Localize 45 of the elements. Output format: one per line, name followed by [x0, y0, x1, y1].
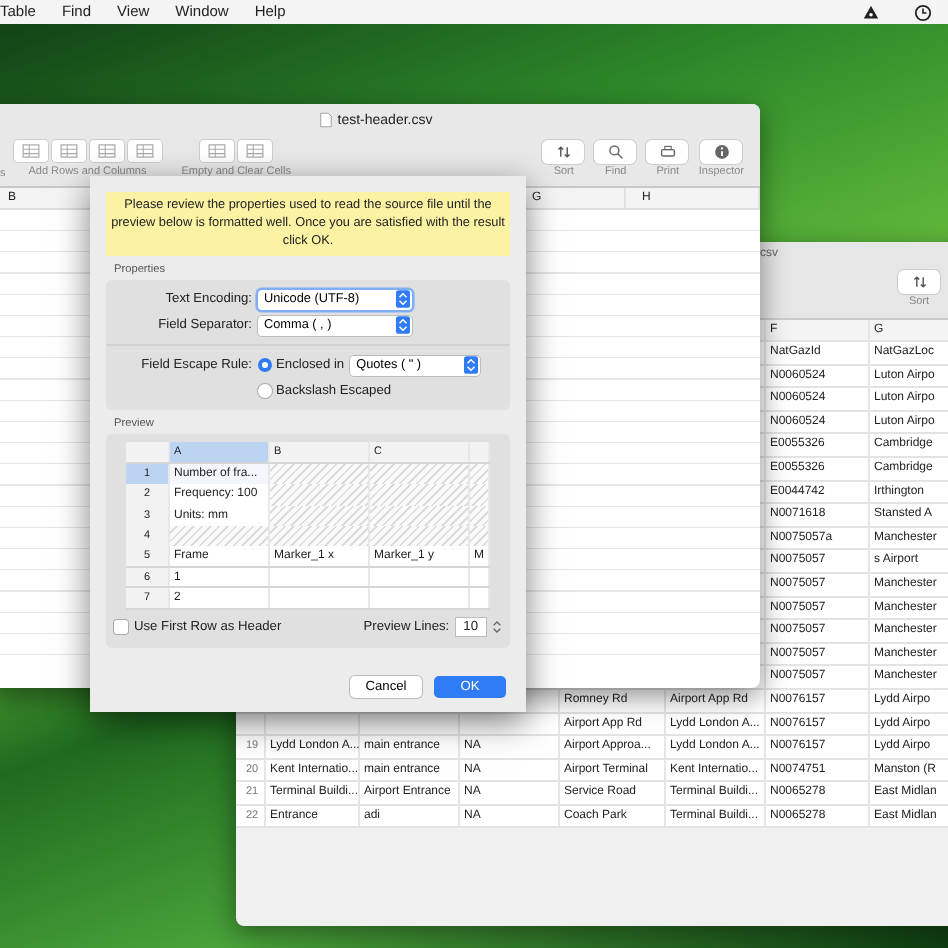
- hatched-cell: [270, 484, 370, 506]
- hatched-cell: [270, 505, 370, 526]
- drive-icon[interactable]: [862, 3, 880, 21]
- table-icon: [21, 144, 40, 158]
- hatched-cell: [470, 525, 490, 547]
- table-icon: [97, 144, 116, 158]
- hatched-cell: [470, 463, 490, 485]
- hatched-cell: [370, 484, 470, 506]
- table-icon: [59, 144, 78, 158]
- hatched-cell: [470, 505, 490, 526]
- checkbox[interactable]: [114, 619, 128, 634]
- table-button[interactable]: [127, 140, 162, 162]
- chevron-icon: [464, 356, 479, 375]
- table-button[interactable]: [200, 140, 235, 162]
- info-icon: [713, 144, 730, 160]
- radio-button[interactable]: [258, 358, 272, 373]
- table-button[interactable]: [238, 140, 273, 162]
- sort-icon: [555, 144, 572, 160]
- hatched-cell: [170, 525, 270, 547]
- hatched-cell: [370, 525, 470, 547]
- printer-icon: [659, 144, 676, 160]
- chevron-icon: [396, 316, 410, 335]
- print-button[interactable]: [646, 140, 689, 164]
- document-icon: [319, 112, 332, 128]
- sort-button[interactable]: [898, 270, 940, 294]
- clock-icon[interactable]: [914, 3, 932, 21]
- info-button[interactable]: [700, 140, 743, 164]
- hatched-cell: [470, 484, 490, 506]
- hatched-cell: [370, 505, 470, 526]
- hatched-cell: [270, 525, 370, 547]
- table-button[interactable]: [13, 140, 48, 162]
- table-button[interactable]: [51, 140, 86, 162]
- table-icon: [246, 144, 265, 158]
- hatched-cell: [270, 463, 370, 485]
- search-button[interactable]: [594, 140, 637, 164]
- sort-button[interactable]: [542, 140, 585, 164]
- table-button[interactable]: [89, 140, 124, 162]
- radio-button[interactable]: [258, 384, 272, 399]
- chevron-icon: [396, 290, 410, 309]
- table-icon: [208, 144, 227, 158]
- stepper-icon[interactable]: [492, 617, 502, 636]
- table-icon: [135, 144, 154, 158]
- sort-icon: [911, 274, 927, 290]
- search-icon: [607, 144, 624, 160]
- hatched-cell: [370, 463, 470, 485]
